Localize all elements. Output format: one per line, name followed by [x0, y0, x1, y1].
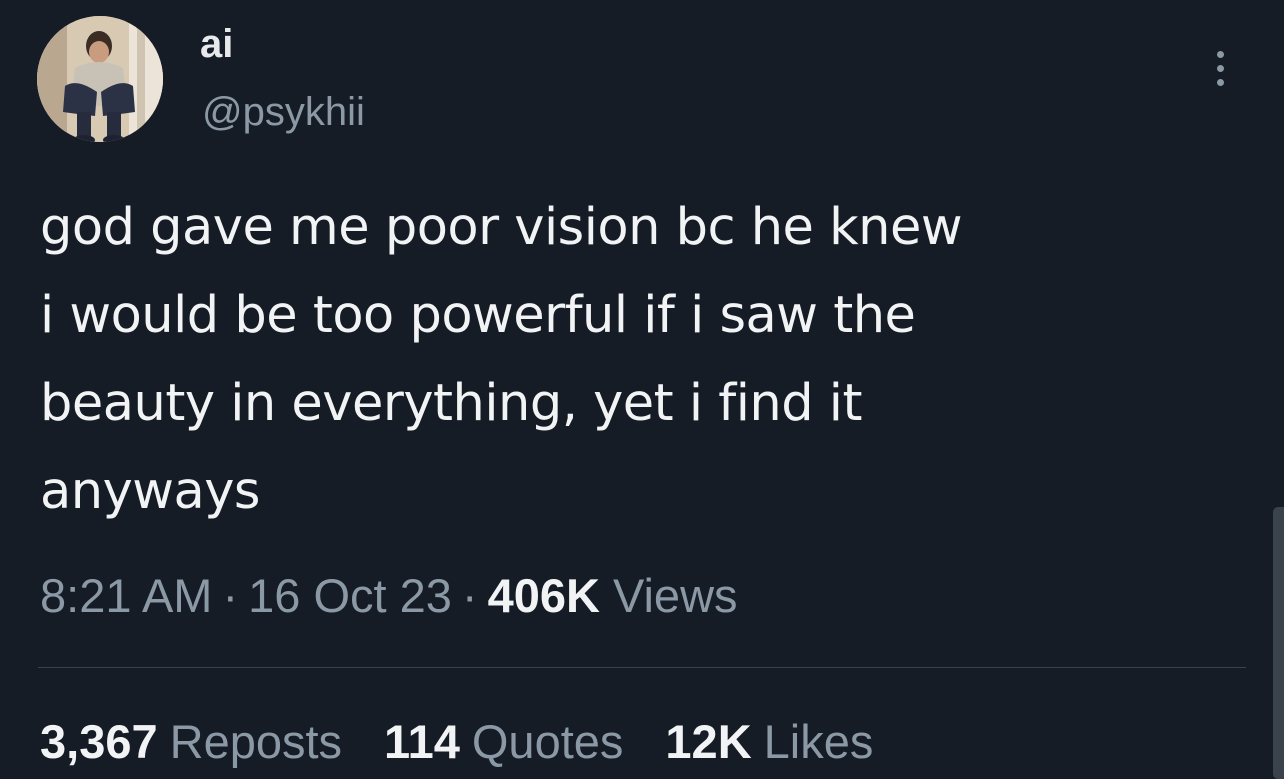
more-horizontal-icon-dot: [1216, 78, 1224, 86]
tweet-meta: 8:21 AM · 16 Oct 23 · 406K Views: [40, 566, 738, 626]
quotes-label: Quotes: [471, 715, 624, 768]
more-horizontal-icon: [1216, 50, 1224, 58]
likes-stat[interactable]: 12K Likes: [665, 712, 873, 772]
quotes-stat[interactable]: 114 Quotes: [384, 712, 623, 772]
tweet-text: god gave me poor vision bc he knew i wou…: [40, 198, 963, 521]
views-count[interactable]: 406K: [488, 569, 600, 622]
more-horizontal-icon-dot: [1216, 64, 1224, 72]
engagement-stats: 3,367 Reposts 114 Quotes 12K Likes: [40, 712, 915, 772]
reposts-count: 3,367: [40, 715, 158, 768]
meta-separator: ·: [461, 569, 478, 622]
reposts-stat[interactable]: 3,367 Reposts: [40, 712, 342, 772]
views-label[interactable]: Views: [613, 569, 738, 622]
more-options-button[interactable]: [1196, 40, 1244, 96]
display-name[interactable]: ai: [200, 20, 233, 68]
tweet-time[interactable]: 8:21 AM: [40, 569, 212, 622]
meta-separator: ·: [222, 569, 239, 622]
likes-label: Likes: [763, 715, 874, 768]
tweet-card: ai @psykhii god gave me poor vision bc h…: [0, 0, 1284, 779]
reposts-label: Reposts: [169, 715, 343, 768]
avatar[interactable]: [37, 16, 163, 142]
likes-count: 12K: [665, 715, 752, 768]
scrollbar[interactable]: [1273, 507, 1284, 779]
avatar-photo: [37, 16, 163, 142]
divider: [38, 667, 1246, 668]
user-handle[interactable]: @psykhii: [202, 88, 365, 136]
quotes-count: 114: [384, 715, 460, 768]
tweet-date[interactable]: 16 Oct 23: [248, 569, 452, 622]
